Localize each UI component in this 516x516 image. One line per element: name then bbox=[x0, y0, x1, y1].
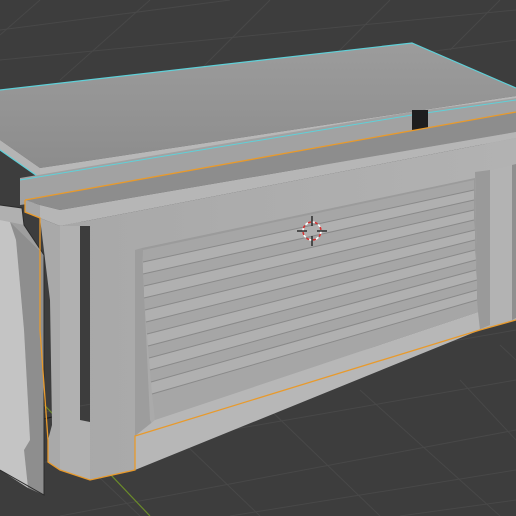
3d-viewport[interactable] bbox=[0, 0, 516, 516]
viewport-canvas[interactable] bbox=[0, 0, 516, 516]
left-pillar[interactable] bbox=[0, 204, 45, 496]
